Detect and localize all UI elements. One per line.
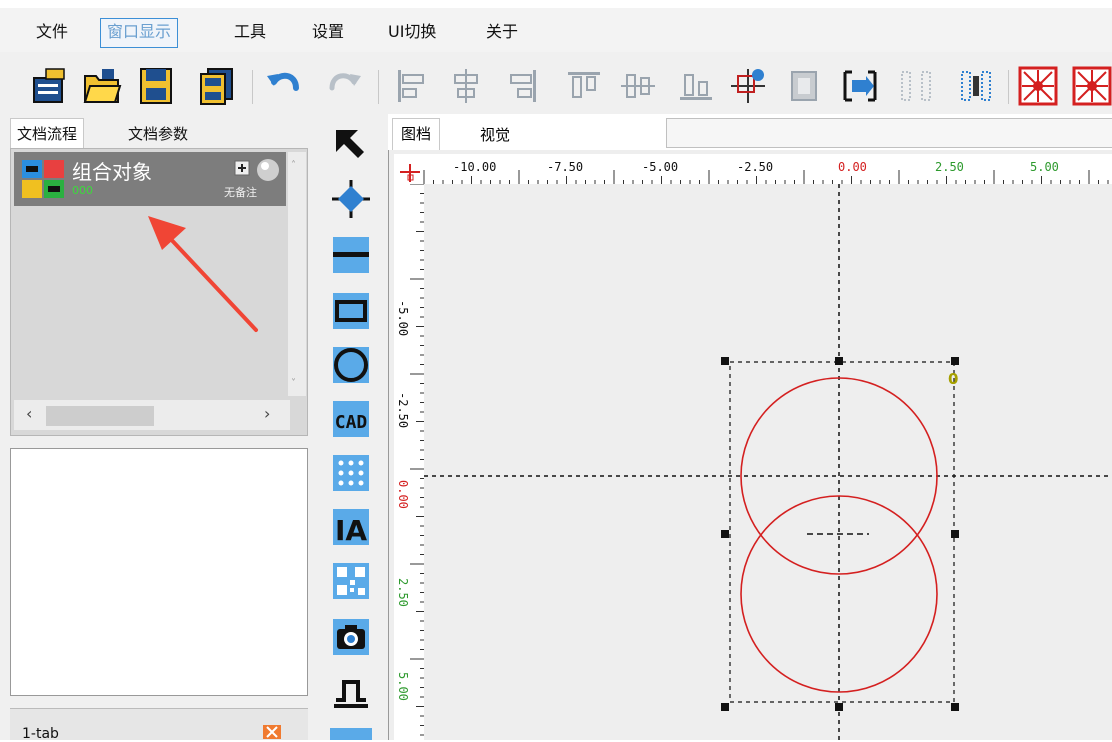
align-right-icon[interactable] <box>502 66 542 106</box>
menu-window[interactable]: 窗口显示 <box>100 18 179 48</box>
toolbar <box>0 52 1112 114</box>
tab-document[interactable]: 图档 <box>392 118 441 150</box>
group-object-icon <box>22 160 64 198</box>
select-arrow-icon[interactable] <box>330 124 372 166</box>
menu-bar: 文件 窗口显示 工具 设置 UI切换 关于 <box>0 8 1112 52</box>
flow-item-id: 000 <box>72 184 93 197</box>
ruler-label-x: 5.00 <box>1030 160 1059 174</box>
ruler-label-y: -2.50 <box>396 392 410 429</box>
distribute-horizontal-icon[interactable] <box>896 66 936 106</box>
text-tool-icon[interactable]: IA <box>330 506 372 548</box>
new-file-icon[interactable] <box>30 66 70 106</box>
property-panel <box>10 448 308 696</box>
ruler-label-x: -7.50 <box>547 160 584 174</box>
ruler-origin-icon <box>400 164 420 182</box>
array-tool-icon[interactable] <box>330 452 372 494</box>
tab-doc-flow[interactable]: 文档流程 <box>10 118 85 149</box>
ruler-label-y-origin: 0.00 <box>396 480 410 509</box>
toolbar-separator <box>378 70 379 104</box>
ruler-label-x: -2.50 <box>737 160 774 174</box>
flow-item-name: 组合对象 <box>72 160 152 184</box>
expand-icon[interactable] <box>232 158 252 178</box>
mark-center-icon[interactable] <box>1018 66 1058 106</box>
close-tab-icon[interactable] <box>262 724 282 740</box>
camera-icon[interactable] <box>330 616 372 658</box>
canvas-info-field <box>666 118 1112 148</box>
ruler-label-y: 5.00 <box>396 672 410 701</box>
ruler-label-x: -5.00 <box>642 160 679 174</box>
menu-settings[interactable]: 设置 <box>306 18 350 46</box>
ruler-label-x: 2.50 <box>935 160 964 174</box>
flow-item-note: 无备注 <box>224 186 257 199</box>
cad-import-icon[interactable]: CAD <box>330 398 372 440</box>
undo-icon[interactable] <box>264 66 304 106</box>
drawing-canvas[interactable] <box>424 184 1112 740</box>
ruler-label-x: -10.00 <box>453 160 497 174</box>
menu-about[interactable]: 关于 <box>480 18 524 46</box>
align-middle-icon[interactable] <box>618 66 658 106</box>
distribute-vertical-icon[interactable] <box>956 66 996 106</box>
same-width-icon[interactable] <box>840 66 880 106</box>
save-as-icon[interactable] <box>196 66 236 106</box>
save-icon[interactable] <box>136 66 176 106</box>
tab-doc-params[interactable]: 文档参数 <box>122 120 194 148</box>
flow-list-vertical-scrollbar[interactable] <box>288 152 306 396</box>
pulse-tool-icon[interactable] <box>330 670 372 712</box>
line-tool-icon[interactable] <box>330 234 372 276</box>
ruler-label-y: -5.00 <box>396 300 410 337</box>
rectangle-tool-icon[interactable] <box>330 290 372 332</box>
align-bottom-icon[interactable] <box>676 66 716 106</box>
point-tool-icon[interactable] <box>330 178 372 220</box>
circle-tool-icon[interactable] <box>330 344 372 386</box>
vertical-ruler <box>394 184 424 740</box>
scroll-right-icon[interactable]: › <box>264 404 270 423</box>
status-light-icon <box>257 159 279 181</box>
toolbar-separator <box>252 70 253 104</box>
redo-icon[interactable] <box>324 66 364 106</box>
ruler-label-y: 2.50 <box>396 578 410 607</box>
align-left-icon[interactable] <box>392 66 432 106</box>
scroll-up-icon[interactable]: ˄ <box>291 160 296 171</box>
align-top-icon[interactable] <box>564 66 604 106</box>
more-tools-icon[interactable] <box>330 728 372 740</box>
tab-vision[interactable]: 视觉 <box>472 120 518 150</box>
scrollbar-thumb[interactable] <box>46 406 154 426</box>
toolbar-separator <box>1008 70 1009 104</box>
menu-ui-switch[interactable]: UI切换 <box>382 18 442 46</box>
menu-tools[interactable]: 工具 <box>228 18 272 46</box>
align-center-icon[interactable] <box>446 66 486 106</box>
ruler-label-x-origin: 0.00 <box>838 160 867 174</box>
svg-text:CAD: CAD <box>335 412 368 433</box>
svg-text:IA: IA <box>335 514 367 547</box>
scroll-left-icon[interactable]: ‹ <box>26 404 32 423</box>
menu-file[interactable]: 文件 <box>30 18 74 46</box>
scroll-down-icon[interactable]: ˅ <box>291 378 296 389</box>
open-folder-icon[interactable] <box>82 66 122 106</box>
annotation-arrow <box>148 216 258 332</box>
same-size-icon[interactable] <box>784 66 824 106</box>
qr-code-icon[interactable] <box>330 560 372 602</box>
mark-red-light-icon[interactable] <box>1072 66 1112 106</box>
object-index-label: 0 <box>948 370 959 388</box>
center-align-icon[interactable] <box>728 66 768 106</box>
